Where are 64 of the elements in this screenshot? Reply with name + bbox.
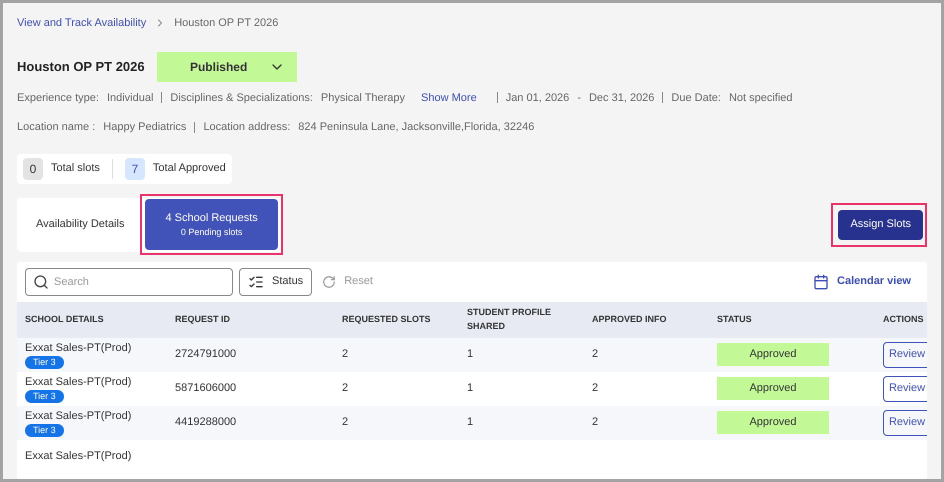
stat-label: Total slots bbox=[51, 161, 100, 176]
status-tag: Approved bbox=[717, 343, 829, 366]
column-header: SCHOOL DETAILS bbox=[25, 312, 105, 326]
status-tag: Approved bbox=[717, 377, 829, 400]
show-more-link[interactable]: Show More bbox=[421, 90, 477, 106]
meta-value: 824 Peninsula Lane, Jacksonville,Florida, 32246 bbox=[298, 120, 534, 135]
date-start: Jan 01, 2026 bbox=[506, 90, 570, 106]
tier-tag: Tier 3 bbox=[25, 390, 64, 404]
stat-count: 0 bbox=[23, 158, 43, 180]
meta-value: Individual bbox=[106, 90, 154, 106]
column-header: REQUEST ID bbox=[175, 312, 232, 326]
table-cell-text: 2724791000 bbox=[175, 347, 238, 362]
meta-value: Happy Pediatrics bbox=[103, 120, 186, 135]
column-header: STUDENT PROFILE SHARED bbox=[467, 306, 552, 332]
review-button[interactable]: Review bbox=[883, 410, 927, 436]
table-cell-text: 2 bbox=[342, 347, 350, 362]
calendar-icon bbox=[813, 274, 830, 290]
column-header: ACTIONS bbox=[883, 312, 924, 326]
checklist-icon bbox=[248, 274, 264, 290]
tab[interactable]: Availability Details bbox=[20, 199, 140, 250]
column-header: STATUS bbox=[717, 312, 753, 326]
calendar-view-link[interactable]: Calendar view bbox=[813, 273, 911, 290]
table-cell-text: 1 bbox=[467, 415, 474, 430]
status-dropdown[interactable]: Published bbox=[156, 52, 297, 82]
review-button[interactable]: Review bbox=[883, 376, 927, 402]
table-cell-text: 2 bbox=[592, 415, 600, 430]
school-name: Exxat Sales-PT(Prod) bbox=[25, 449, 132, 464]
meta-label: Location name : bbox=[17, 120, 96, 135]
status-filter-button[interactable]: Status bbox=[239, 268, 312, 296]
school-name: Exxat Sales-PT(Prod) bbox=[25, 408, 132, 424]
meta-label: Disciplines & Specializations: bbox=[170, 90, 313, 106]
tier-tag: Tier 3 bbox=[25, 424, 64, 438]
status-tag: Approved bbox=[717, 411, 829, 434]
due-date-label: Due Date: bbox=[671, 90, 721, 106]
date-end: Dec 31, 2026 bbox=[588, 90, 654, 106]
tier-tag: Tier 3 bbox=[25, 356, 64, 370]
table-cell-text: 2 bbox=[592, 381, 600, 396]
stat-count: 7 bbox=[124, 158, 145, 180]
column-header: REQUESTED SLOTS bbox=[342, 312, 432, 326]
page-title: Houston OP PT 2026 bbox=[17, 58, 145, 76]
table-cell-text: 4419288000 bbox=[175, 415, 238, 430]
tab[interactable]: 4 School Requests 0 Pending slots bbox=[145, 199, 278, 250]
table-cell-text: 5871606000 bbox=[175, 381, 238, 396]
table-cell-text: 1 bbox=[467, 347, 474, 362]
table-cell-text: 1 bbox=[467, 381, 474, 396]
table-cell-text: 2 bbox=[342, 381, 350, 396]
refresh-icon bbox=[322, 274, 336, 288]
date-separator: - bbox=[577, 90, 581, 106]
assign-slots-button[interactable]: Assign Slots bbox=[838, 210, 923, 240]
table-cell-text: 2 bbox=[592, 347, 600, 362]
stat-label: Total Approved bbox=[152, 161, 226, 176]
meta-label: Location address: bbox=[203, 120, 290, 135]
breadcrumb-current: Houston OP PT 2026 bbox=[174, 16, 278, 31]
due-date-value: Not specified bbox=[728, 90, 793, 106]
search-field[interactable]: Search bbox=[25, 268, 233, 296]
table-cell-text: 2 bbox=[342, 415, 350, 430]
column-header: APPROVED INFO bbox=[592, 312, 668, 326]
school-name: Exxat Sales-PT(Prod) bbox=[25, 340, 132, 356]
search-icon bbox=[33, 274, 49, 290]
meta-value: Physical Therapy bbox=[320, 90, 406, 106]
breadcrumb-link[interactable]: View and Track Availability bbox=[17, 15, 146, 32]
review-button[interactable]: Review bbox=[883, 342, 927, 368]
school-name: Exxat Sales-PT(Prod) bbox=[25, 374, 132, 390]
meta-label: Experience type: bbox=[17, 90, 99, 106]
